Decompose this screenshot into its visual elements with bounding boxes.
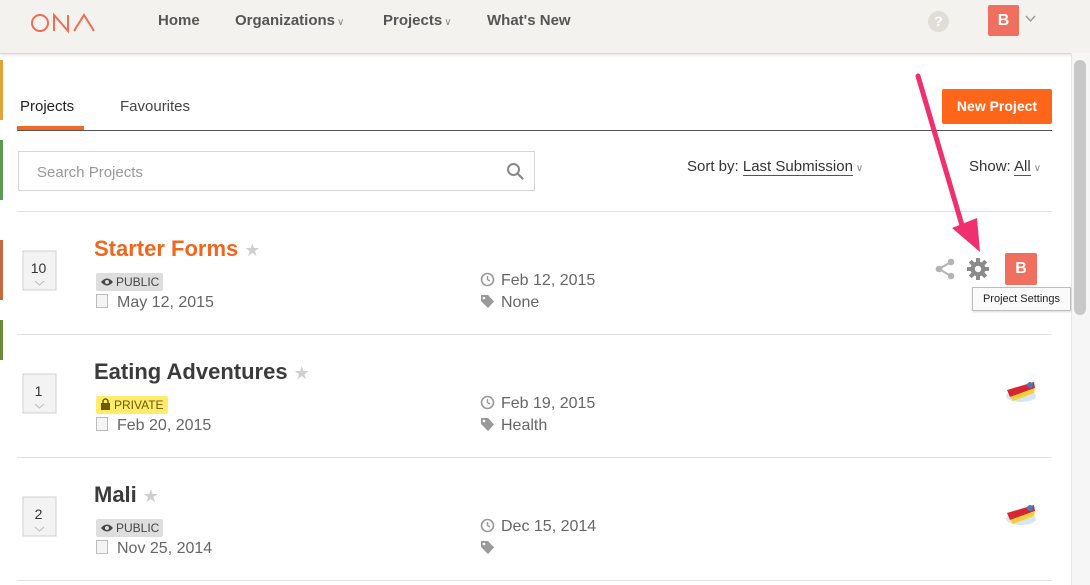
- chevron-down-icon: ∨: [337, 17, 345, 28]
- show-filter-value[interactable]: All: [1014, 158, 1031, 176]
- date-created: Feb 20, 2015: [96, 417, 211, 435]
- share-icon[interactable]: [934, 258, 956, 280]
- row-divider: [17, 334, 1052, 335]
- tab-projects[interactable]: Projects: [20, 98, 74, 115]
- visibility-badge: PRIVATE: [96, 396, 168, 414]
- nav-projects[interactable]: Projects ∨: [383, 12, 452, 29]
- date-created: Nov 25, 2014: [96, 540, 212, 558]
- left-edge-strip: [0, 320, 3, 360]
- project-title[interactable]: Starter Forms ★: [94, 236, 260, 262]
- clock-icon: [480, 272, 495, 287]
- nav-whats-new[interactable]: What's New: [487, 12, 571, 29]
- star-icon[interactable]: ★: [244, 240, 260, 260]
- clock-icon: [480, 395, 495, 410]
- last-submission: Feb 19, 2015: [480, 395, 595, 413]
- visibility-badge: PUBLIC: [96, 273, 164, 291]
- chevron-down-icon: ∨: [1033, 163, 1042, 174]
- form-count: 2: [34, 506, 43, 522]
- star-icon[interactable]: ★: [143, 486, 159, 506]
- document-icon: [96, 540, 108, 554]
- top-navbar: Home Organizations ∨ Projects ∨ What's New…: [0, 0, 1090, 54]
- form-count-icon[interactable]: 2: [22, 496, 57, 537]
- sort-by-dropdown[interactable]: Sort by: Last Submission ∨: [687, 158, 864, 176]
- question-icon[interactable]: ?: [928, 11, 949, 32]
- search-icon[interactable]: [506, 162, 524, 180]
- nav-organizations[interactable]: Organizations ∨: [235, 12, 344, 29]
- user-menu-avatar[interactable]: B: [988, 5, 1019, 36]
- row-divider: [17, 580, 1052, 581]
- form-count: 1: [34, 383, 43, 399]
- date-created: May 12, 2015: [96, 294, 214, 312]
- tabs-divider: [17, 130, 1052, 131]
- chevron-down-icon: ∨: [444, 17, 452, 28]
- left-edge-strip: [0, 60, 3, 120]
- form-count-icon[interactable]: 10: [22, 250, 57, 291]
- left-edge-strip: [0, 240, 3, 300]
- chevron-down-icon: ∨: [855, 163, 864, 174]
- form-count: 10: [30, 260, 47, 276]
- chevron-down-icon[interactable]: [1025, 13, 1036, 24]
- eye-icon: [101, 278, 113, 286]
- project-tags: None: [480, 294, 539, 312]
- project-tags: [480, 540, 501, 558]
- clock-icon: [480, 518, 495, 533]
- project-title[interactable]: Eating Adventures ★: [94, 359, 310, 385]
- star-icon[interactable]: ★: [294, 363, 310, 383]
- visibility-badge: PUBLIC: [96, 519, 164, 537]
- search-box[interactable]: [18, 151, 535, 192]
- nav-home[interactable]: Home: [158, 12, 200, 29]
- gear-icon[interactable]: [966, 257, 990, 281]
- project-member-avatar[interactable]: B: [1005, 253, 1037, 285]
- show-filter-dropdown[interactable]: Show: All ∨: [969, 158, 1042, 176]
- project-owner-avatar[interactable]: [1004, 499, 1038, 529]
- project-tags: Health: [480, 417, 547, 435]
- last-submission: Dec 15, 2014: [480, 518, 596, 536]
- project-title[interactable]: Mali ★: [94, 482, 159, 508]
- project-settings-tooltip: Project Settings: [972, 287, 1071, 311]
- last-submission: Feb 12, 2015: [480, 272, 595, 290]
- document-icon: [96, 417, 108, 431]
- search-input[interactable]: [35, 152, 499, 192]
- ona-logo[interactable]: [30, 11, 100, 35]
- tag-icon: [481, 418, 494, 431]
- sort-by-value[interactable]: Last Submission: [742, 158, 853, 176]
- lock-icon: [101, 398, 110, 410]
- eye-icon: [101, 524, 113, 532]
- project-owner-avatar[interactable]: [1004, 376, 1038, 406]
- row-divider: [17, 211, 1052, 212]
- tag-icon: [481, 295, 494, 308]
- annotation-arrow: [915, 73, 980, 252]
- new-project-button[interactable]: New Project: [942, 89, 1052, 124]
- document-icon: [96, 294, 108, 308]
- scrollbar-thumb[interactable]: [1074, 60, 1086, 315]
- left-edge-strip: [0, 140, 3, 200]
- tag-icon: [481, 541, 494, 554]
- tab-favourites[interactable]: Favourites: [120, 98, 190, 115]
- row-divider: [17, 457, 1052, 458]
- form-count-icon[interactable]: 1: [22, 373, 57, 414]
